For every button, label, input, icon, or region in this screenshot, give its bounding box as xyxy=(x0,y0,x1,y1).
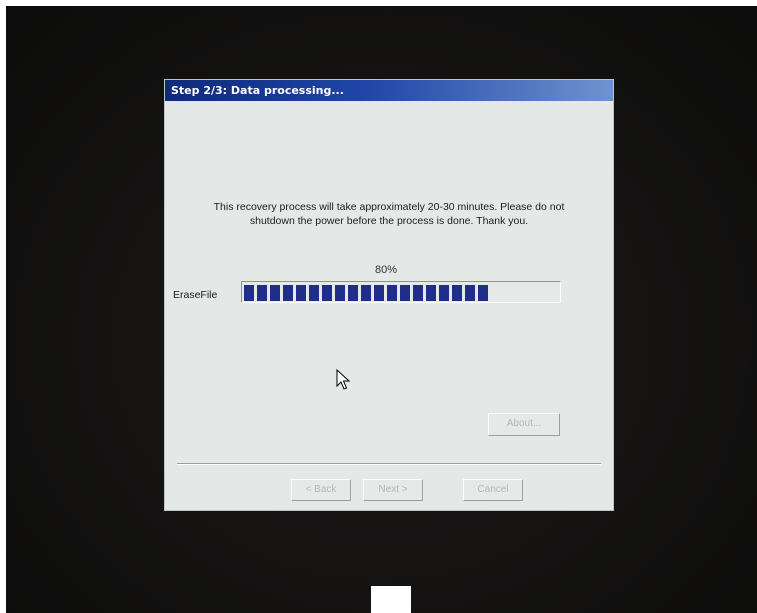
progress-block xyxy=(348,285,358,301)
separator-line xyxy=(177,463,601,465)
white-patch xyxy=(371,586,411,613)
next-button[interactable]: Next > xyxy=(363,479,423,501)
progress-block xyxy=(413,285,423,301)
progress-bar xyxy=(241,281,561,303)
progress-block xyxy=(400,285,410,301)
mouse-pointer-icon xyxy=(336,369,351,390)
progress-block xyxy=(387,285,397,301)
dialog-title: Step 2/3: Data processing... xyxy=(165,80,613,101)
message-line-2: shutdown the power before the process is… xyxy=(249,215,529,227)
progress-block xyxy=(257,285,267,301)
recovery-dialog: Step 2/3: Data processing... This recove… xyxy=(164,79,614,511)
progress-block xyxy=(309,285,319,301)
progress-fill xyxy=(243,283,496,301)
progress-block xyxy=(439,285,449,301)
back-button[interactable]: < Back xyxy=(291,479,351,501)
instruction-message: This recovery process will take approxim… xyxy=(185,200,593,228)
progress-block xyxy=(244,285,254,301)
progress-label: EraseFile xyxy=(173,289,218,301)
progress-block xyxy=(322,285,332,301)
about-button[interactable]: About... xyxy=(488,413,560,436)
progress-block xyxy=(361,285,371,301)
cancel-button[interactable]: Cancel xyxy=(463,479,523,501)
progress-block xyxy=(283,285,293,301)
progress-block xyxy=(296,285,306,301)
progress-block xyxy=(374,285,384,301)
progress-percent: 80% xyxy=(375,264,398,276)
progress-block xyxy=(478,285,488,301)
message-line-1: This recovery process will take approxim… xyxy=(213,201,565,213)
progress-block xyxy=(270,285,280,301)
progress-block xyxy=(335,285,345,301)
progress-block xyxy=(452,285,462,301)
progress-block xyxy=(426,285,436,301)
progress-block xyxy=(465,285,475,301)
